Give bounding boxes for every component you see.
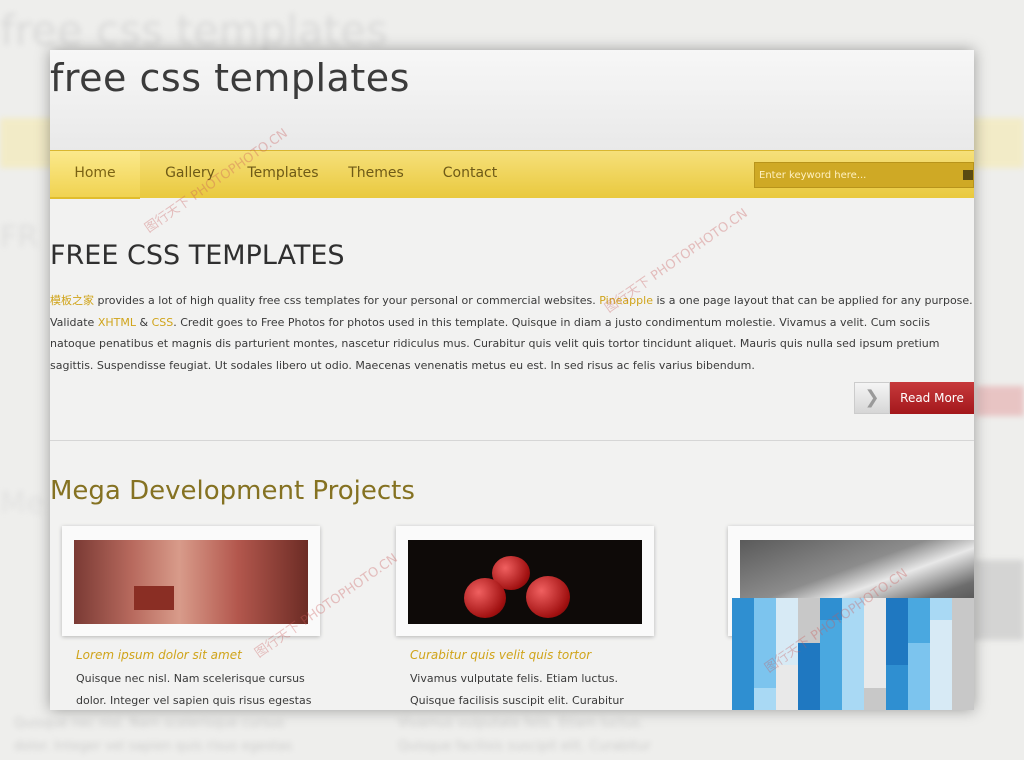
pixel-block	[952, 687, 974, 710]
intro-link-xhtml[interactable]: XHTML	[98, 316, 136, 329]
intro-text-3: &	[135, 315, 152, 329]
search-button[interactable]	[963, 170, 973, 180]
pixel-block	[820, 687, 842, 710]
nav-home[interactable]: Home	[50, 151, 140, 199]
bg-photo	[974, 560, 1024, 640]
pixel-block	[864, 642, 886, 666]
intro-link-css[interactable]: CSS	[152, 316, 174, 329]
search-box	[754, 162, 974, 188]
pixel-block	[732, 620, 754, 643]
pixel-block	[754, 620, 776, 643]
pixel-block	[952, 620, 974, 643]
intro-link-pineapple[interactable]: Pineapple	[599, 294, 653, 307]
bg-project-text: Quisque nec nisl. Nam scelerisque cursus…	[14, 716, 293, 754]
pixel-block	[930, 687, 952, 710]
pixel-block	[908, 665, 930, 688]
pixel-block	[732, 687, 754, 710]
pixel-block	[952, 598, 974, 621]
pixel-block	[842, 598, 864, 621]
pixel-block	[732, 665, 754, 688]
pixel-block	[952, 642, 974, 666]
bg-heading: FR	[0, 220, 39, 255]
project-text: Vivamus vulputate felis. Etiam luctus. Q…	[410, 672, 624, 707]
page-heading: FREE CSS TEMPLATES	[50, 240, 345, 271]
pixel-block	[776, 642, 798, 666]
divider	[50, 440, 974, 441]
pixel-block	[754, 642, 776, 666]
pixel-block	[754, 687, 776, 710]
pixel-block	[864, 620, 886, 643]
pixel-block	[886, 620, 908, 643]
main-nav: Home Gallery Templates Themes Contact	[50, 150, 974, 199]
pixel-block	[776, 598, 798, 621]
project-card: Curabitur quis velit quis tortor Vivamus…	[396, 526, 654, 710]
pixel-block	[886, 598, 908, 621]
bg-site-title: free css templates	[0, 6, 388, 55]
pixel-block	[886, 665, 908, 688]
project-image-room	[74, 540, 308, 624]
pixel-block	[930, 665, 952, 688]
pixel-block	[776, 687, 798, 710]
pixel-block	[820, 598, 842, 621]
pixel-block	[864, 665, 886, 688]
pixel-block	[798, 620, 820, 643]
pixel-block	[798, 665, 820, 688]
project-title[interactable]: Curabitur quis velit quis tortor	[396, 648, 654, 662]
pixel-block	[864, 687, 886, 710]
pixel-block	[908, 642, 930, 666]
pixel-block	[798, 687, 820, 710]
read-more-button[interactable]: Read More	[890, 382, 974, 414]
project-card: Lorem ipsum dolor sit amet Quisque nec n…	[62, 526, 320, 710]
chevron-right-icon[interactable]: ❯	[854, 382, 890, 414]
nav-themes[interactable]: Themes	[336, 151, 416, 199]
pixel-block	[930, 598, 952, 621]
pixel-block	[908, 687, 930, 710]
pixel-block	[798, 642, 820, 666]
pixel-block	[776, 665, 798, 688]
pixel-block	[776, 620, 798, 643]
intro-link-brand[interactable]: 模板之家	[50, 294, 94, 307]
intro-paragraph: 模板之家 provides a lot of high quality free…	[50, 290, 974, 376]
pixel-block	[820, 642, 842, 666]
pixel-block	[886, 687, 908, 710]
pixel-block	[820, 665, 842, 688]
pixel-block	[732, 598, 754, 621]
intro-text-4: . Credit goes to Free Photos for photos …	[50, 315, 940, 372]
pixel-block	[908, 598, 930, 621]
pixel-block	[842, 620, 864, 643]
pixel-block	[842, 665, 864, 688]
pixel-block	[732, 642, 754, 666]
bg-section-heading: Me	[0, 486, 45, 521]
search-input[interactable]	[755, 163, 955, 188]
intro-text-1: provides a lot of high quality free css …	[94, 294, 600, 307]
pixel-block	[820, 620, 842, 643]
project-image-apples	[408, 540, 642, 624]
site-title[interactable]: free css templates	[50, 56, 410, 100]
project-thumbnail-frame[interactable]	[62, 526, 320, 636]
nav-contact[interactable]: Contact	[430, 151, 510, 199]
pixel-block	[798, 598, 820, 621]
nav-gallery[interactable]: Gallery	[150, 151, 230, 199]
pixel-block	[842, 687, 864, 710]
pixel-block	[754, 598, 776, 621]
pixelated-overlay	[732, 598, 974, 710]
pixel-block	[952, 665, 974, 688]
pixel-block	[864, 598, 886, 621]
project-title[interactable]: Lorem ipsum dolor sit amet	[62, 648, 320, 662]
pixel-block	[886, 642, 908, 666]
website-page: free css templates Home Gallery Template…	[50, 50, 974, 710]
pixel-block	[930, 642, 952, 666]
project-text: Quisque nec nisl. Nam scelerisque cursus…	[76, 672, 312, 707]
pixel-block	[908, 620, 930, 643]
projects-heading: Mega Development Projects	[50, 476, 415, 506]
pixel-block	[754, 665, 776, 688]
bg-project-text-2: Vivamus vulputate felis. Etiam luctus. Q…	[398, 716, 651, 754]
pixel-block	[930, 620, 952, 643]
project-thumbnail-frame[interactable]	[396, 526, 654, 636]
bg-read-more	[976, 386, 1024, 416]
pixel-block	[842, 642, 864, 666]
nav-templates[interactable]: Templates	[238, 151, 328, 199]
